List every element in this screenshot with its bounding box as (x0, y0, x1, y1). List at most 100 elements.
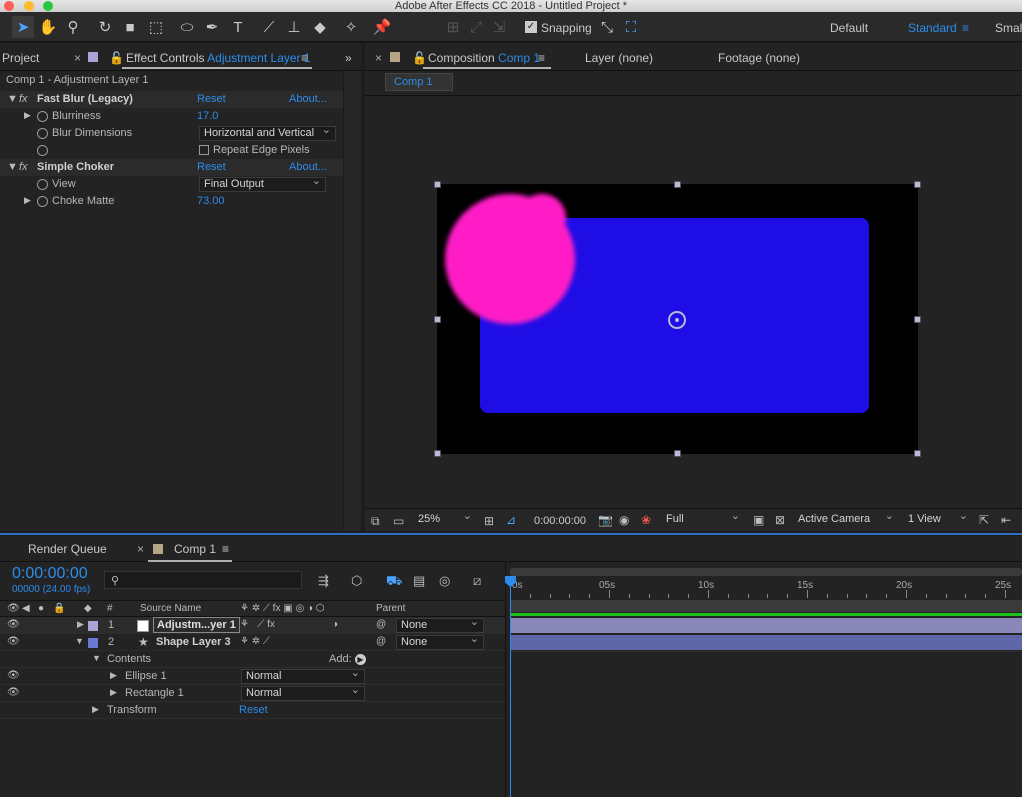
about-button[interactable]: About... (289, 161, 327, 173)
stopwatch-icon[interactable] (37, 179, 48, 190)
clone-stamp-tool-icon[interactable]: ⊥ (283, 16, 305, 38)
solo-icon[interactable]: ● (38, 603, 44, 614)
tab-footage[interactable]: Footage (none) (718, 51, 800, 65)
panel-menu-icon[interactable]: ≡ (301, 51, 308, 65)
effect-simple-choker[interactable]: ▼ fx Simple Choker Reset About... (0, 159, 343, 176)
pen-tool-icon[interactable]: ✒ (201, 16, 223, 38)
comp-mini-flowchart-icon[interactable]: ⇶ (318, 573, 329, 589)
blurriness-value[interactable]: 17.0 (197, 110, 218, 122)
reset-button[interactable]: Reset (197, 161, 226, 173)
close-icon[interactable]: × (375, 51, 382, 65)
monitor-icon[interactable]: ▭ (393, 514, 404, 528)
draft-3d-icon[interactable]: ⬡ (351, 573, 362, 589)
column-source-name[interactable]: Source Name (140, 603, 201, 614)
pin-tool-icon[interactable]: 📌 (371, 16, 393, 38)
about-button[interactable]: About... (289, 93, 327, 105)
expand-triangle-icon[interactable]: ▶ (24, 195, 31, 206)
snapshot-icon[interactable]: 📷 (598, 513, 613, 527)
view-dropdown[interactable]: Final Output (199, 175, 326, 192)
column-parent[interactable]: Parent (376, 603, 405, 614)
snap-option-icon[interactable]: ⤡ (596, 16, 618, 38)
tab-comp-1[interactable]: Comp 1 (174, 542, 216, 556)
transform-handle[interactable] (914, 316, 921, 323)
work-area-bar[interactable] (510, 568, 1022, 576)
transform-row[interactable]: ▶ Transform Reset (0, 702, 506, 719)
reset-button[interactable]: Reset (197, 93, 226, 105)
grid-icon[interactable]: ⊞ (484, 514, 494, 528)
expand-triangle-icon[interactable]: ▶ (110, 670, 117, 681)
layer-row-2[interactable]: 👁 ▼ 2 ★ Shape Layer 3 ⚘ ✲ ⟋ @ None (0, 633, 506, 651)
comp-navigator-tab[interactable]: Comp 1 (385, 73, 453, 91)
pan-behind-tool-icon[interactable]: ⬚ (145, 16, 167, 38)
eye-icon[interactable]: 👁 (7, 603, 20, 614)
layer-search-input[interactable]: ⚲ (104, 571, 302, 589)
layer-1-bar[interactable] (511, 618, 1022, 633)
lock-icon[interactable]: 🔓 (109, 51, 124, 65)
workspace-small[interactable]: Small (995, 21, 1022, 35)
region-icon[interactable]: ⊿ (506, 513, 516, 527)
ellipse-row[interactable]: 👁 ▶ Ellipse 1 Normal (0, 667, 506, 685)
panel-menu-icon[interactable]: ≡ (222, 542, 229, 556)
tab-composition[interactable]: Composition Comp 1 (428, 51, 540, 65)
tab-effect-controls[interactable]: Effect Controls Adjustment Layer 1 (126, 51, 311, 65)
eye-icon[interactable]: 👁 (7, 670, 20, 681)
close-icon[interactable]: × (137, 542, 144, 556)
channels-icon[interactable]: ❀ (641, 513, 651, 527)
layer-name[interactable]: Adjustm...yer 1 (153, 617, 240, 633)
always-preview-icon[interactable]: ⧉ (371, 514, 380, 529)
zoom-tool-icon[interactable]: ⚲ (62, 16, 84, 38)
align-tool-icon[interactable]: ⊞ (442, 16, 464, 38)
disclosure-triangle-icon[interactable]: ▼ (92, 653, 101, 663)
eye-icon[interactable]: 👁 (7, 687, 20, 698)
expand-triangle-icon[interactable]: ▶ (92, 704, 99, 715)
type-tool-icon[interactable]: T (227, 16, 249, 38)
layer-2-bar[interactable] (511, 635, 1022, 650)
adjustment-switch-icon[interactable]: ◑ (332, 619, 338, 630)
expand-panels-icon[interactable]: » (345, 51, 352, 65)
views-dropdown[interactable]: 1 View (904, 510, 972, 528)
work-area-range[interactable] (510, 600, 1022, 612)
world-axis-tool-icon[interactable]: ⇲ (488, 16, 510, 38)
toggle-3d-icon[interactable]: ⇱ (979, 513, 989, 527)
eye-icon[interactable]: 👁 (7, 636, 20, 647)
stopwatch-icon[interactable] (37, 196, 48, 207)
close-icon[interactable]: × (74, 51, 81, 65)
disclosure-triangle-icon[interactable]: ▼ (75, 636, 84, 646)
transform-handle[interactable] (434, 181, 441, 188)
tab-project[interactable]: Project (2, 51, 39, 65)
time-ruler[interactable]: 0s 05s 10s 15s 20s 25s (510, 580, 1022, 598)
expand-triangle-icon[interactable]: ▶ (110, 687, 117, 698)
pickwhip-icon[interactable]: @ (376, 636, 386, 647)
rotate-tool-icon[interactable]: ↻ (94, 16, 116, 38)
fx-icon[interactable]: fx (19, 93, 28, 105)
blur-dimensions-dropdown[interactable]: Horizontal and Vertical (199, 124, 336, 141)
workspace-default[interactable]: Default (830, 21, 868, 35)
camera-tool-icon[interactable]: ■ (119, 16, 141, 38)
resolution-dropdown[interactable]: Full (662, 510, 744, 528)
layer-switches[interactable]: ⚘ ✲ ⟋ (240, 636, 270, 647)
expand-triangle-icon[interactable]: ▶ (77, 619, 84, 630)
parent-dropdown[interactable]: None (396, 616, 484, 633)
pickwhip-icon[interactable]: @ (376, 619, 386, 630)
zoom-window-icon[interactable] (43, 1, 53, 11)
minimize-window-icon[interactable] (24, 1, 34, 11)
eye-icon[interactable]: 👁 (7, 619, 20, 630)
lock-icon[interactable]: 🔓 (412, 51, 427, 65)
current-time[interactable]: 0:00:00:00 (534, 515, 586, 527)
transform-handle[interactable] (674, 181, 681, 188)
transform-handle[interactable] (914, 181, 921, 188)
camera-dropdown[interactable]: Active Camera (794, 510, 898, 528)
layer-switches[interactable]: ⚘ ⟋ fx (240, 619, 275, 630)
expand-triangle-icon[interactable]: ▶ (24, 110, 31, 121)
stopwatch-icon[interactable] (37, 128, 48, 139)
choke-matte-value[interactable]: 73.00 (197, 195, 225, 207)
puppet-tool-icon[interactable]: ✧ (340, 16, 362, 38)
ellipse-tool-icon[interactable]: ⬭ (176, 16, 198, 38)
transparency-grid-icon[interactable]: ⊠ (775, 513, 785, 527)
hand-tool-icon[interactable]: ✋ (37, 16, 59, 38)
audio-icon[interactable]: ◀ (22, 603, 30, 614)
transform-reset-button[interactable]: Reset (239, 704, 268, 716)
frame-blending-icon[interactable]: ▤ (413, 573, 425, 589)
eraser-tool-icon[interactable]: ◆ (309, 16, 331, 38)
effect-fast-blur[interactable]: ▼ fx Fast Blur (Legacy) Reset About... (0, 91, 343, 108)
